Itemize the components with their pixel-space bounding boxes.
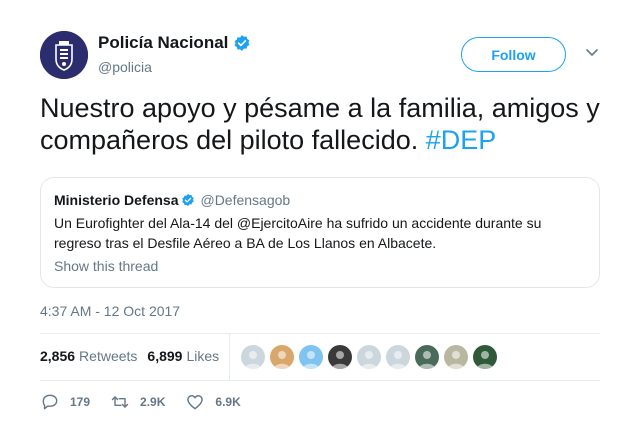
person-icon bbox=[390, 351, 406, 369]
tweet-body: Nuestro apoyo y pésame a la familia, ami… bbox=[40, 93, 600, 155]
chevron-down-icon[interactable] bbox=[585, 48, 599, 58]
likes-label: Likes bbox=[186, 348, 220, 364]
like-count: 6.9K bbox=[215, 395, 241, 409]
quoted-author-handle: @Defensagob bbox=[200, 192, 291, 208]
tweet-actions: 179 2.9K 6.9K bbox=[40, 392, 261, 412]
liker-avatar[interactable] bbox=[299, 345, 323, 369]
person-icon bbox=[303, 351, 319, 369]
liker-avatar[interactable] bbox=[386, 345, 410, 369]
retweets-stat[interactable]: 2,856 Retweets bbox=[40, 348, 137, 364]
quoted-author-name: Ministerio Defensa bbox=[54, 192, 179, 208]
heart-icon bbox=[187, 395, 204, 410]
person-icon bbox=[419, 351, 435, 369]
divider bbox=[229, 334, 230, 380]
person-icon bbox=[332, 351, 348, 369]
person-icon bbox=[361, 351, 377, 369]
author-handle[interactable]: @policia bbox=[98, 59, 152, 75]
retweets-label: Retweets bbox=[79, 348, 138, 364]
quoted-tweet-header: Ministerio Defensa @Defensagob bbox=[54, 192, 290, 208]
divider bbox=[40, 380, 600, 381]
liker-avatars bbox=[241, 345, 502, 369]
liker-avatar[interactable] bbox=[241, 345, 265, 369]
liker-avatar[interactable] bbox=[357, 345, 381, 369]
retweets-count: 2,856 bbox=[40, 348, 76, 364]
author-name-row[interactable]: Policía Nacional bbox=[98, 33, 251, 53]
like-button[interactable]: 6.9K bbox=[185, 392, 241, 412]
likes-stat[interactable]: 6,899 Likes bbox=[147, 348, 219, 364]
liker-avatar[interactable] bbox=[270, 345, 294, 369]
police-shield-icon bbox=[40, 31, 88, 79]
liker-avatar[interactable] bbox=[328, 345, 352, 369]
liker-avatar[interactable] bbox=[473, 345, 497, 369]
person-icon bbox=[274, 351, 290, 369]
quoted-tweet[interactable]: Ministerio Defensa @Defensagob Un Eurofi… bbox=[40, 177, 600, 288]
retweet-icon bbox=[111, 396, 129, 408]
verified-badge-icon bbox=[234, 35, 250, 51]
quoted-tweet-text: Un Eurofighter del Ala-14 del @EjercitoA… bbox=[54, 215, 542, 251]
reply-button[interactable]: 179 bbox=[40, 392, 90, 412]
liker-avatar[interactable] bbox=[415, 345, 439, 369]
author-name[interactable]: Policía Nacional bbox=[98, 33, 228, 53]
verified-badge-icon bbox=[182, 193, 195, 207]
reply-icon bbox=[42, 394, 58, 410]
person-icon bbox=[477, 351, 493, 369]
person-icon bbox=[448, 351, 464, 369]
person-icon bbox=[245, 351, 261, 369]
avatar[interactable] bbox=[40, 31, 88, 79]
hashtag-link[interactable]: #DEP bbox=[426, 125, 497, 155]
engagement-stats: 2,856 Retweets 6,899 Likes bbox=[40, 348, 229, 364]
retweet-count: 2.9K bbox=[140, 395, 166, 409]
reply-count: 179 bbox=[70, 395, 91, 409]
divider bbox=[40, 333, 600, 334]
show-thread-link[interactable]: Show this thread bbox=[54, 258, 158, 274]
retweet-button[interactable]: 2.9K bbox=[110, 392, 165, 412]
tweet-timestamp[interactable]: 4:37 AM - 12 Oct 2017 bbox=[40, 303, 180, 319]
follow-button[interactable]: Follow bbox=[461, 37, 566, 72]
tweet-text: Nuestro apoyo y pésame a la familia, ami… bbox=[40, 92, 610, 156]
liker-avatar[interactable] bbox=[444, 345, 468, 369]
likes-count: 6,899 bbox=[147, 348, 183, 364]
